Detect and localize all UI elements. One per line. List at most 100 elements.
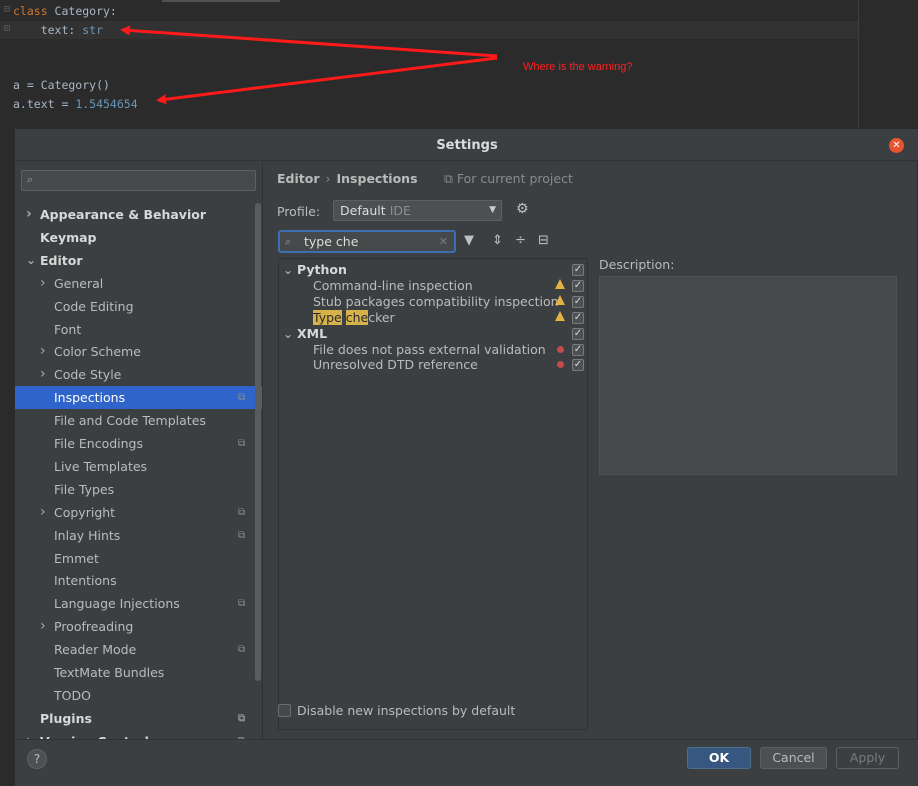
sidebar-scrollbar[interactable] <box>255 203 261 681</box>
enable-checkbox[interactable]: ✓ <box>572 359 584 372</box>
clear-icon[interactable]: ✕ <box>439 232 448 251</box>
error-severity-icon <box>557 345 564 353</box>
ok-button[interactable]: OK <box>687 747 751 769</box>
apply-button[interactable]: Apply <box>836 747 899 769</box>
sidebar-item-label: General <box>54 275 104 291</box>
cancel-button[interactable]: Cancel <box>760 747 827 769</box>
chevron-down-icon: ▼ <box>489 205 496 215</box>
sidebar-item-5[interactable]: Font <box>15 318 262 341</box>
description-label: Description: <box>599 257 675 272</box>
gear-icon[interactable]: ⚙ <box>516 201 529 217</box>
project-scope-icon: ⧉ <box>238 644 246 656</box>
sidebar-item-10[interactable]: File Encodings ⧉ <box>15 432 262 455</box>
code-line-2[interactable]: text: str <box>13 23 103 37</box>
code-line-5[interactable]: a.text = 1.5454654 <box>13 97 138 111</box>
sidebar-item-11[interactable]: Live Templates <box>15 455 262 478</box>
chevron-right-icon[interactable]: › <box>26 203 32 226</box>
dialog-titlebar[interactable]: Settings ✕ <box>15 129 918 161</box>
sidebar-item-13[interactable]: › Copyright ⧉ <box>15 501 262 524</box>
enable-checkbox[interactable]: ✓ <box>572 295 584 308</box>
tree-group-row[interactable]: ⌄ Python ✓ <box>279 262 587 278</box>
sidebar-item-15[interactable]: Emmet <box>15 547 262 570</box>
sidebar-item-9[interactable]: File and Code Templates <box>15 409 262 432</box>
sidebar-item-20[interactable]: TextMate Bundles <box>15 661 262 684</box>
chevron-right-icon[interactable]: › <box>40 272 46 295</box>
tree-inspection-row[interactable]: Command-line inspection ✓ <box>279 278 587 294</box>
sidebar-item-6[interactable]: › Color Scheme <box>15 340 262 363</box>
checkbox-unchecked-icon[interactable] <box>278 704 291 717</box>
sidebar-item-21[interactable]: TODO <box>15 684 262 707</box>
sidebar-item-0[interactable]: › Appearance & Behavior <box>15 203 262 226</box>
close-icon[interactable]: ✕ <box>889 138 904 153</box>
sidebar-item-2[interactable]: ⌄ Editor <box>15 249 262 272</box>
reset-icon[interactable]: ⊟ <box>538 233 549 248</box>
chevron-right-icon[interactable]: › <box>40 615 46 638</box>
enable-checkbox[interactable]: ✓ <box>572 343 584 356</box>
fold-marker-icon[interactable]: ⊟ <box>4 4 10 15</box>
chevron-down-icon[interactable]: ⌄ <box>283 262 293 278</box>
sidebar-item-7[interactable]: › Code Style <box>15 363 262 386</box>
chevron-down-icon[interactable]: ⌄ <box>26 249 36 272</box>
chevron-right-icon[interactable]: › <box>26 730 32 739</box>
code-editor[interactable]: ⊟ ⊡ class Category: text: str a = Catego… <box>0 0 918 128</box>
tree-group-row[interactable]: ⌄ XML ✓ <box>279 326 587 342</box>
annotation-text: Where is the warning? <box>523 61 633 73</box>
enable-checkbox[interactable]: ✓ <box>572 279 584 292</box>
profile-dropdown[interactable]: Default IDE ▼ <box>333 200 502 221</box>
tree-inspection-row[interactable]: Stub packages compatibility inspection ✓ <box>279 294 587 310</box>
sidebar-item-16[interactable]: Intentions <box>15 569 262 592</box>
inspections-pane: Editor › Inspections ⧉ For current project… <box>264 161 918 739</box>
project-scope-icon: ⧉ <box>238 529 246 541</box>
project-scope-icon: ⧉ <box>238 392 246 404</box>
filter-icon[interactable]: ▼ <box>464 233 474 248</box>
sidebar-item-label: Code Editing <box>54 298 134 314</box>
search-icon: ⌕ <box>285 235 292 248</box>
chevron-right-icon[interactable]: › <box>40 340 46 363</box>
code-line-1[interactable]: class Category: <box>13 4 117 18</box>
disable-new-inspections-checkbox[interactable]: Disable new inspections by default <box>278 703 515 718</box>
sidebar-item-12[interactable]: File Types <box>15 478 262 501</box>
tree-inspection-row[interactable]: File does not pass external validation ✓ <box>279 342 587 358</box>
sidebar-item-8[interactable]: Inspections ⧉ <box>15 386 262 410</box>
project-scope-icon: ⧉ <box>444 171 457 186</box>
sidebar-item-17[interactable]: Language Injections ⧉ <box>15 592 262 615</box>
sidebar-item-label: Proofreading <box>54 619 134 635</box>
tree-inspection-row[interactable]: Unresolved DTD reference ✓ <box>279 357 587 373</box>
sidebar-item-label: Live Templates <box>54 458 148 474</box>
chevron-down-icon[interactable]: ⌄ <box>283 326 293 342</box>
sidebar-item-label: Inspections <box>54 390 126 406</box>
breadcrumb-editor[interactable]: Editor <box>277 171 320 186</box>
tree-row-label: File does not pass external validation <box>313 341 546 357</box>
sidebar-item-label: File and Code Templates <box>54 413 206 429</box>
fold-end-icon[interactable]: ⊡ <box>4 23 10 34</box>
chevron-right-icon[interactable]: › <box>40 363 46 386</box>
settings-search-input[interactable]: ⌕ <box>21 170 256 191</box>
sidebar-item-14[interactable]: Inlay Hints ⧉ <box>15 524 262 547</box>
enable-checkbox[interactable]: ✓ <box>572 264 584 276</box>
sidebar-item-19[interactable]: Reader Mode ⧉ <box>15 638 262 661</box>
sidebar-item-3[interactable]: › General <box>15 272 262 295</box>
chevron-right-icon[interactable]: › <box>40 501 46 524</box>
enable-checkbox[interactable]: ✓ <box>572 311 584 324</box>
expand-all-icon[interactable]: ⇕ <box>492 233 503 248</box>
sidebar-item-22[interactable]: Plugins ⧉ <box>15 707 262 730</box>
project-scope-icon: ⧉ <box>238 712 246 724</box>
help-button[interactable]: ? <box>27 749 47 769</box>
sidebar-item-label: Plugins <box>40 710 92 726</box>
code-line-4[interactable]: a = Category() <box>13 78 110 92</box>
tree-row-label: Unresolved DTD reference <box>313 357 478 373</box>
sidebar-item-4[interactable]: Code Editing <box>15 295 262 318</box>
sidebar-item-23[interactable]: › Version Control ⧉ <box>15 730 262 739</box>
inspection-filter-input[interactable]: ⌕ type che ✕ <box>278 230 456 253</box>
enable-checkbox[interactable]: ✓ <box>572 327 584 340</box>
sidebar-item-label: Code Style <box>54 367 122 383</box>
sidebar-item-1[interactable]: Keymap <box>15 226 262 249</box>
tree-row-label: Python <box>297 262 347 277</box>
collapse-all-icon[interactable]: ÷ <box>515 233 526 248</box>
search-icon: ⌕ <box>27 173 34 186</box>
sidebar-item-18[interactable]: › Proofreading <box>15 615 262 638</box>
breadcrumb-inspections: Inspections <box>336 171 418 186</box>
dialog-footer: ? OK Cancel Apply <box>15 739 918 786</box>
tree-inspection-row[interactable]: Type checker ✓ <box>279 309 587 326</box>
description-panel <box>599 276 897 475</box>
